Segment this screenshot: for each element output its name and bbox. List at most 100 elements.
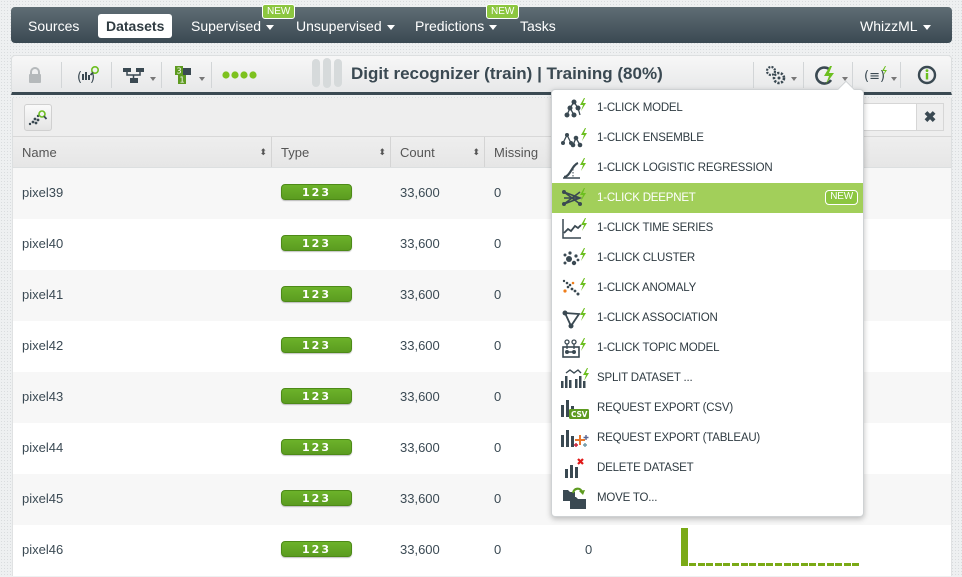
column-label: Missing: [494, 145, 539, 160]
settings-gears-icon: [765, 65, 786, 85]
field-name: pixel39: [22, 185, 64, 200]
histogram-bar: [749, 563, 757, 566]
nav-predictions-label: Predictions: [415, 18, 485, 34]
histogram-bar: [852, 563, 860, 566]
menu-item-1-click-anomaly[interactable]: 1-CLICK ANOMALY: [552, 273, 863, 303]
histogram-bar: [689, 563, 696, 566]
chevron-down-icon: [386, 24, 395, 30]
dataset-split-icon: 31: [175, 66, 191, 85]
lock-icon: [29, 67, 41, 83]
nav-sources[interactable]: Sources: [28, 7, 79, 43]
type-badge-numeric: 123: [281, 184, 352, 200]
table-row[interactable]: pixel46 123 33,600 0 0: [12, 525, 952, 576]
model-tree-icon: [123, 68, 144, 83]
sort-icon: ⬍: [378, 147, 386, 157]
lock-button[interactable]: [28, 62, 42, 88]
chevron-down-icon: [891, 77, 897, 81]
dataset-split-button[interactable]: 31: [174, 62, 205, 88]
menu-item-1-click-ensemble[interactable]: 1-CLICK ENSEMBLE: [552, 123, 863, 153]
nav-predictions[interactable]: Predictions: [415, 7, 498, 43]
new-badge: NEW: [262, 4, 296, 19]
toolbar-divider: [900, 62, 901, 88]
nav-unsupervised[interactable]: Unsupervised: [296, 7, 395, 43]
move-to-icon: [560, 485, 590, 511]
svg-text:CSV: CSV: [571, 410, 588, 419]
menu-item-1-click-association[interactable]: 1-CLICK ASSOCIATION: [552, 303, 863, 333]
export-tableau-icon: [560, 425, 590, 451]
toolbar-divider: [211, 62, 212, 88]
anomaly-icon: [560, 275, 590, 301]
column-header-type[interactable]: Type ⬍: [272, 137, 391, 167]
menu-item-split-dataset[interactable]: SPLIT DATASET ...: [552, 363, 863, 393]
menu-item-label: 1-CLICK DEEPNET: [597, 192, 696, 204]
menu-item-delete-dataset[interactable]: DELETE DATASET: [552, 453, 863, 483]
chevron-down-icon: [150, 77, 156, 81]
model-tree-button[interactable]: [123, 62, 156, 88]
export-csv-icon: CSV: [560, 395, 590, 421]
svg-text:1: 1: [180, 76, 185, 85]
one-click-menu: 1-CLICK MODEL 1-CLICK ENSEMBLE 1-CLICK L…: [551, 80, 864, 517]
info-button[interactable]: [917, 62, 937, 88]
menu-item-1-click-topic-model[interactable]: 1-CLICK TOPIC MODEL: [552, 333, 863, 363]
histogram-bar: [835, 563, 843, 566]
histogram-bar: [766, 563, 774, 566]
menu-item-request-export-tableau[interactable]: REQUEST EXPORT (TABLEAU): [552, 423, 863, 453]
nav-sources-label: Sources: [28, 18, 80, 34]
column-header-name[interactable]: Name ⬍: [13, 137, 272, 167]
field-missing: 0: [494, 389, 502, 404]
field-name: pixel44: [22, 440, 64, 455]
sort-icon: ⬍: [472, 147, 480, 157]
column-header-count[interactable]: Count ⬍: [391, 137, 485, 167]
whizzml-script-button[interactable]: (≡): [864, 62, 897, 88]
whizzml-script-icon: (≡): [864, 66, 887, 84]
progress-indicator: [312, 58, 342, 88]
nav-whizzml-label: WhizzML: [860, 18, 918, 34]
histogram-bar: [826, 563, 834, 566]
histogram-bar: [809, 563, 817, 566]
nav-datasets[interactable]: Datasets: [98, 14, 173, 38]
logistic-regression-icon: [560, 155, 590, 181]
menu-item-label: 1-CLICK TIME SERIES: [597, 222, 714, 234]
field-histogram[interactable]: [681, 528, 863, 566]
clear-search-button[interactable]: ✖: [916, 103, 944, 131]
type-badge-numeric: 123: [281, 337, 352, 353]
nav-whizzml[interactable]: WhizzML: [860, 7, 931, 43]
field-search-button[interactable]: ( ): [77, 62, 101, 88]
field-name: pixel42: [22, 338, 64, 353]
field-missing: 0: [494, 491, 502, 506]
menu-item-label: REQUEST EXPORT (TABLEAU): [597, 432, 761, 444]
menu-item-1-click-logistic-regression[interactable]: 1-CLICK LOGISTIC REGRESSION: [552, 153, 863, 183]
toolbar-divider: [161, 62, 162, 88]
top-nav: Sources Datasets Supervised NEW Unsuperv…: [11, 4, 952, 43]
field-name: pixel46: [22, 542, 64, 557]
menu-item-label: DELETE DATASET: [597, 462, 694, 474]
toolbar-divider: [61, 62, 62, 88]
page-title: Digit recognizer (train) | Training (80%…: [351, 64, 663, 83]
menu-item-label: 1-CLICK ANOMALY: [597, 282, 697, 294]
menu-item-request-export-csv[interactable]: CSV REQUEST EXPORT (CSV): [552, 393, 863, 423]
search-input[interactable]: [858, 103, 916, 131]
column-label: Count: [400, 145, 435, 160]
chevron-down-icon: [922, 24, 931, 30]
scatterplot-button[interactable]: [24, 104, 52, 131]
toolbar-divider: [753, 62, 754, 88]
menu-item-move-to[interactable]: MOVE TO...: [552, 483, 863, 513]
menu-item-1-click-time-series[interactable]: 1-CLICK TIME SERIES: [552, 213, 863, 243]
menu-item-1-click-deepnet[interactable]: 1-CLICK DEEPNET NEW: [552, 183, 863, 213]
menu-item-label: MOVE TO...: [597, 492, 658, 504]
histogram-bar: [800, 563, 808, 566]
menu-item-label: 1-CLICK LOGISTIC REGRESSION: [597, 162, 773, 174]
menu-item-1-click-model[interactable]: 1-CLICK MODEL: [552, 93, 863, 123]
delete-dataset-icon: [560, 455, 590, 481]
configure-button[interactable]: [764, 62, 797, 88]
histogram-bar: [681, 528, 688, 566]
field-errors: 0: [585, 542, 593, 557]
menu-item-1-click-cluster[interactable]: 1-CLICK CLUSTER: [552, 243, 863, 273]
menu-item-label: 1-CLICK TOPIC MODEL: [597, 342, 720, 354]
field-count: 33,600: [400, 491, 440, 506]
nav-datasets-label: Datasets: [106, 18, 165, 34]
nav-tasks[interactable]: Tasks: [520, 7, 556, 43]
deepnet-icon: [560, 185, 590, 211]
toolbar-divider: [803, 62, 804, 88]
chevron-down-icon: [199, 77, 205, 81]
